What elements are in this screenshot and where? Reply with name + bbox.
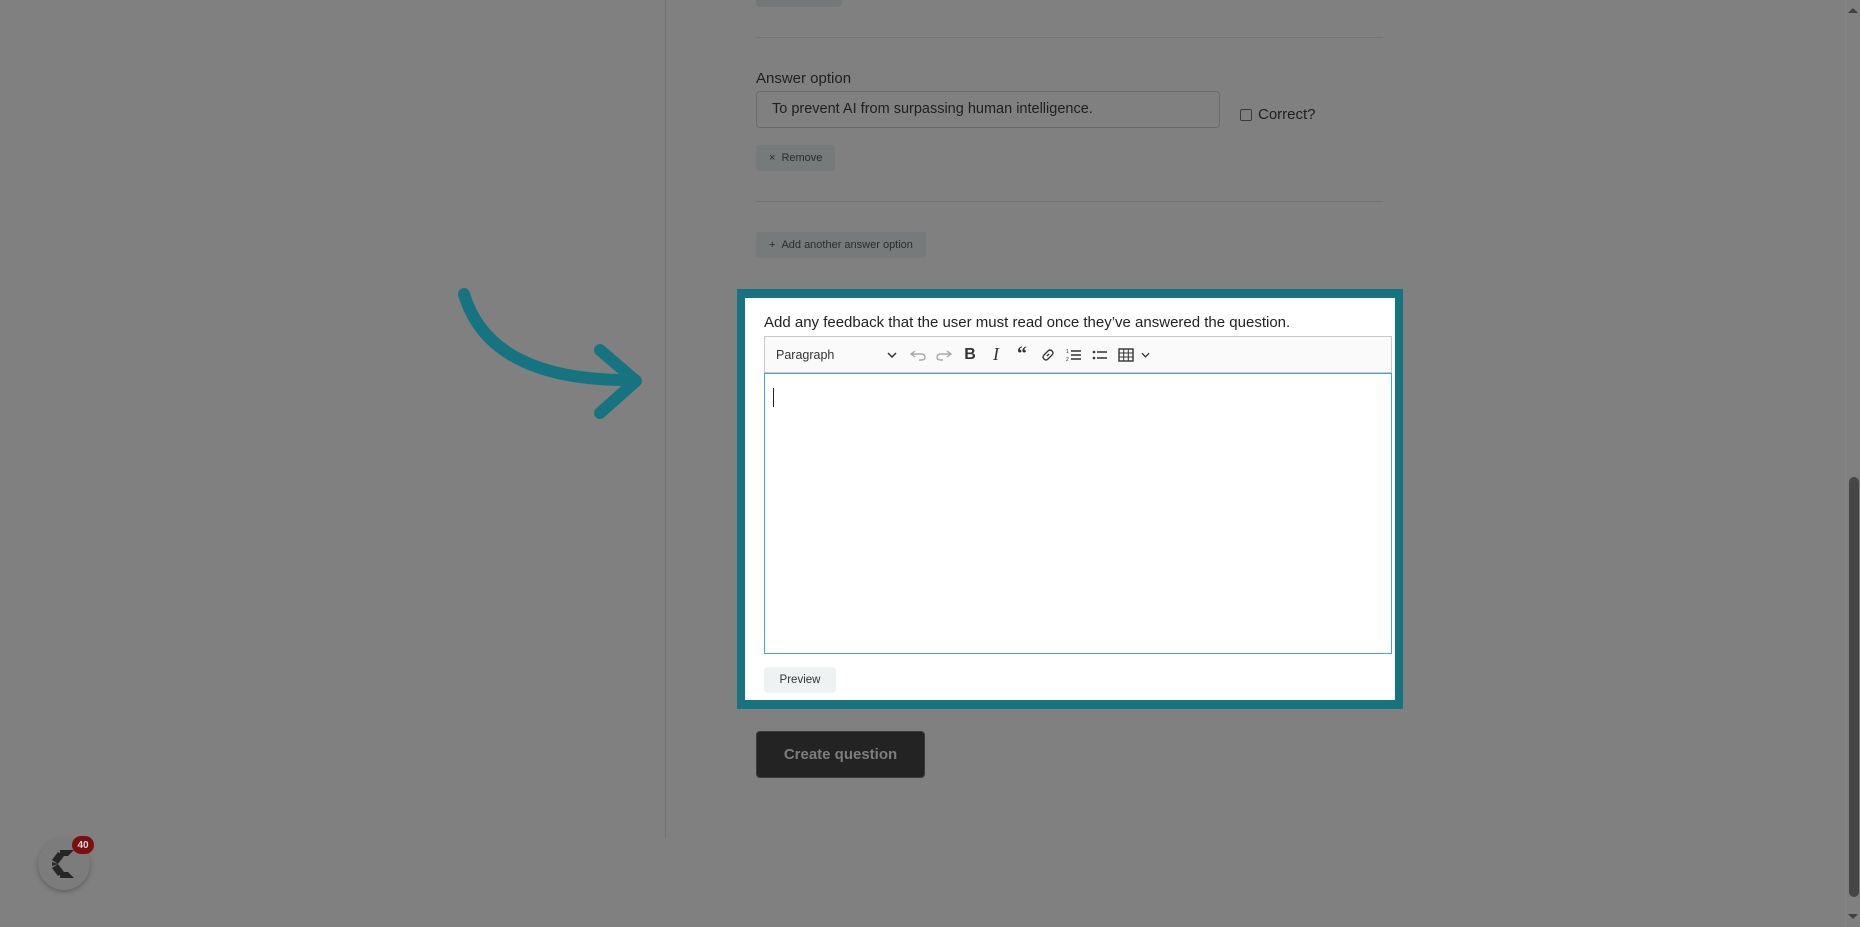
svg-text:1: 1 bbox=[1066, 349, 1069, 355]
text-caret bbox=[773, 388, 774, 407]
remove-label: Remove bbox=[781, 152, 823, 164]
answer-option-label: Answer option bbox=[756, 70, 852, 87]
feedback-highlight: Add any feedback that the user must read… bbox=[737, 289, 1403, 709]
blockquote-icon[interactable]: “ bbox=[1009, 343, 1035, 366]
bulleted-list-icon[interactable] bbox=[1087, 344, 1113, 366]
link-icon[interactable] bbox=[1035, 344, 1061, 366]
redo-icon[interactable] bbox=[931, 344, 957, 366]
section-divider bbox=[756, 37, 1383, 38]
correct-label: Correct? bbox=[1258, 106, 1316, 123]
section-divider bbox=[756, 201, 1383, 202]
block-format-dropdown[interactable]: Paragraph bbox=[776, 348, 879, 362]
scroll-down-arrow-icon[interactable] bbox=[1848, 914, 1858, 919]
feedback-panel: Add any feedback that the user must read… bbox=[745, 298, 1395, 700]
undo-icon[interactable] bbox=[905, 344, 931, 366]
remove-button[interactable]: × Remove bbox=[756, 145, 836, 171]
launcher-logo-icon bbox=[52, 850, 74, 878]
scrollbar-thumb[interactable] bbox=[1849, 477, 1859, 897]
numbered-list-icon[interactable]: 12 bbox=[1061, 344, 1087, 366]
feedback-editor-input[interactable] bbox=[764, 373, 1392, 654]
previous-remove-button[interactable] bbox=[756, 0, 842, 7]
scroll-up-arrow-icon[interactable] bbox=[1848, 8, 1858, 13]
svg-text:2: 2 bbox=[1066, 357, 1069, 362]
editor-toolbar: Paragraph B I “ 12 bbox=[764, 336, 1392, 373]
rich-text-editor: Paragraph B I “ 12 bbox=[764, 336, 1392, 654]
correct-checkbox[interactable] bbox=[1240, 108, 1252, 121]
curved-arrow-icon bbox=[458, 288, 642, 419]
correct-checkbox-group[interactable]: Correct? bbox=[1240, 106, 1316, 123]
preview-button[interactable]: Preview bbox=[764, 667, 836, 693]
add-answer-option-button[interactable]: + Add another answer option bbox=[756, 232, 926, 258]
table-icon[interactable] bbox=[1113, 344, 1139, 366]
chevron-down-icon[interactable] bbox=[879, 344, 905, 366]
plus-icon: + bbox=[769, 239, 776, 251]
column-divider bbox=[665, 0, 666, 838]
feedback-label: Add any feedback that the user must read… bbox=[764, 314, 1291, 331]
close-icon: × bbox=[769, 152, 776, 164]
notification-badge: 40 bbox=[72, 836, 94, 854]
page-scrollbar[interactable] bbox=[1845, 0, 1860, 927]
bold-icon[interactable]: B bbox=[957, 344, 983, 366]
add-answer-option-label: Add another answer option bbox=[781, 239, 913, 251]
answer-option-input[interactable]: To prevent AI from surpassing human inte… bbox=[756, 91, 1220, 128]
italic-icon[interactable]: I bbox=[983, 344, 1009, 366]
chevron-down-icon[interactable] bbox=[1139, 344, 1151, 366]
create-question-button[interactable]: Create question bbox=[756, 731, 925, 778]
